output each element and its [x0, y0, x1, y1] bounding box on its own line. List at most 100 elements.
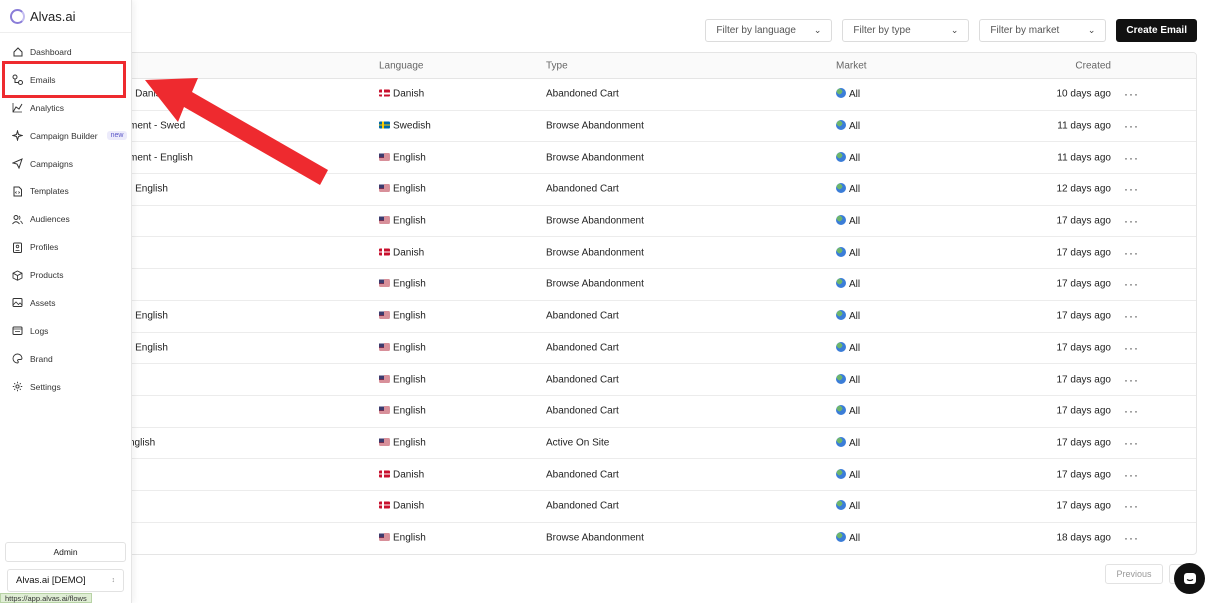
palette-icon: [12, 353, 23, 364]
table-row[interactable]: ment - Swed Swedish Browse Abandonment All 1…: [121, 111, 1196, 143]
more-options-icon[interactable]: ···: [1124, 341, 1139, 355]
email-name[interactable]: ment - English: [129, 152, 193, 163]
workspace-switcher[interactable]: Alvas.ai [DEMO] ↕: [7, 569, 124, 592]
more-options-icon[interactable]: ···: [1124, 531, 1139, 545]
more-options-icon[interactable]: ···: [1124, 151, 1139, 165]
table-row[interactable]: Danish Browse Abandonment All 17 days ago ··…: [121, 237, 1196, 270]
market-text: All: [849, 279, 861, 291]
flag-se-icon: [379, 121, 390, 129]
market-cell: All: [836, 468, 860, 481]
email-name[interactable]: - Danis: [129, 89, 161, 100]
type-cell: Browse Abandonment: [546, 120, 644, 132]
more-options-icon[interactable]: ···: [1124, 499, 1139, 513]
flag-us-icon: [379, 184, 390, 192]
table-row[interactable]: English Browse Abandonment All 17 days ago ·…: [121, 206, 1196, 238]
language-text: English: [393, 532, 426, 544]
created-cell: 17 days ago: [1056, 405, 1112, 417]
table-row[interactable]: ment - English English Browse Abandonment A…: [121, 142, 1196, 175]
email-name[interactable]: - English: [129, 184, 168, 195]
created-cell: 17 days ago: [1056, 247, 1112, 259]
sidebar-item-logs[interactable]: Logs: [0, 317, 131, 345]
market-cell: All: [836, 341, 860, 354]
table-row[interactable]: - English English Abandoned Cart All 17 days…: [121, 333, 1196, 365]
sidebar-item-products[interactable]: Products: [0, 261, 131, 289]
column-header-type[interactable]: Type: [546, 60, 568, 71]
table-row[interactable]: - Danis Danish Abandoned Cart All 10 days ag…: [121, 79, 1196, 111]
sidebar-item-templates[interactable]: Templates: [0, 177, 131, 205]
column-header-created[interactable]: Created: [1075, 60, 1111, 71]
more-options-icon[interactable]: ···: [1124, 436, 1139, 450]
flag-dk-icon: [379, 248, 390, 256]
create-email-button[interactable]: Create Email: [1116, 19, 1197, 42]
more-options-icon[interactable]: ···: [1124, 373, 1139, 387]
table-row[interactable]: English Abandoned Cart All 17 days ago ···: [121, 364, 1196, 396]
language-text: Danish: [393, 469, 425, 481]
more-options-icon[interactable]: ···: [1124, 214, 1139, 228]
type-cell: Browse Abandonment: [546, 152, 644, 164]
language-cell: Danish: [379, 247, 424, 258]
sidebar-item-brand[interactable]: Brand: [0, 345, 131, 373]
more-options-icon[interactable]: ···: [1124, 468, 1139, 482]
more-options-icon[interactable]: ···: [1124, 309, 1139, 323]
flag-us-icon: [379, 279, 390, 287]
more-options-icon[interactable]: ···: [1124, 277, 1139, 291]
type-cell: Browse Abandonment: [546, 278, 644, 290]
email-name[interactable]: ment - Swed: [129, 121, 185, 132]
filter-language-select[interactable]: Filter by language ⌄: [705, 19, 833, 42]
globe-icon: [836, 246, 846, 257]
more-options-icon[interactable]: ···: [1124, 404, 1139, 418]
created-cell: 11 days ago: [1057, 152, 1111, 164]
globe-icon: [836, 373, 846, 384]
sidebar-item-campaigns[interactable]: Campaigns: [0, 150, 131, 178]
sidebar-item-label: Campaign Builder: [30, 130, 98, 141]
table-row[interactable]: English Abandoned Cart All 17 days ago ···: [121, 396, 1196, 428]
market-cell: All: [836, 246, 860, 259]
sidebar-item-assets[interactable]: Assets: [0, 289, 131, 317]
gear-icon: [12, 381, 23, 392]
sidebar-item-label: Assets: [30, 297, 56, 308]
email-name[interactable]: - English: [129, 311, 168, 322]
admin-button[interactable]: Admin: [5, 542, 126, 562]
market-cell: All: [836, 436, 860, 449]
email-name[interactable]: - English: [129, 342, 168, 353]
email-name[interactable]: nglish: [129, 437, 155, 448]
flag-dk-icon: [379, 501, 390, 509]
sidebar-item-campaign-builder[interactable]: Campaign Builder new: [0, 122, 131, 150]
sidebar-item-profiles[interactable]: Profiles: [0, 233, 131, 261]
flag-us-icon: [379, 533, 390, 541]
language-cell: English: [379, 279, 426, 290]
brand[interactable]: Alvas.ai: [10, 9, 76, 24]
table-row[interactable]: - English English Abandoned Cart All 17 days…: [121, 301, 1196, 333]
market-cell: All: [836, 310, 860, 322]
chat-button[interactable]: [1174, 563, 1205, 594]
column-header-market[interactable]: Market: [836, 60, 867, 71]
sidebar-item-audiences[interactable]: Audiences: [0, 205, 131, 233]
table-row[interactable]: nglish English Active On Site All 17 days ag…: [121, 428, 1196, 460]
emails-table: Language Type Market Created - Danis Dani…: [120, 52, 1197, 556]
created-cell: 17 days ago: [1056, 500, 1112, 512]
market-cell: All: [836, 500, 860, 512]
created-cell: 17 days ago: [1056, 342, 1112, 354]
filter-market-select[interactable]: Filter by market ⌄: [979, 19, 1107, 42]
type-cell: Abandoned Cart: [546, 405, 619, 417]
filter-type-select[interactable]: Filter by type ⌄: [842, 19, 970, 42]
sidebar-item-settings[interactable]: Settings: [0, 373, 131, 401]
sidebar-item-label: Products: [30, 270, 64, 281]
table-row[interactable]: Danish Abandoned Cart All 17 days ago ···: [121, 459, 1196, 491]
type-cell: Abandoned Cart: [546, 183, 619, 195]
more-options-icon[interactable]: ···: [1124, 246, 1139, 260]
column-header-language[interactable]: Language: [379, 60, 424, 71]
more-options-icon[interactable]: ···: [1124, 182, 1139, 196]
table-row[interactable]: English Browse Abandonment All 18 days ago ·…: [121, 523, 1196, 555]
previous-page-button[interactable]: Previous: [1105, 564, 1163, 584]
created-cell: 17 days ago: [1056, 374, 1112, 386]
market-text: All: [849, 184, 861, 196]
table-row[interactable]: - English English Abandoned Cart All 12 days…: [121, 174, 1196, 206]
market-text: All: [849, 533, 861, 545]
more-options-icon[interactable]: ···: [1124, 87, 1139, 101]
flag-us-icon: [379, 438, 390, 446]
more-options-icon[interactable]: ···: [1124, 119, 1139, 133]
table-row[interactable]: Danish Abandoned Cart All 17 days ago ···: [121, 491, 1196, 523]
table-row[interactable]: English Browse Abandonment All 17 days ago ·…: [121, 269, 1196, 301]
globe-icon: [836, 468, 846, 479]
